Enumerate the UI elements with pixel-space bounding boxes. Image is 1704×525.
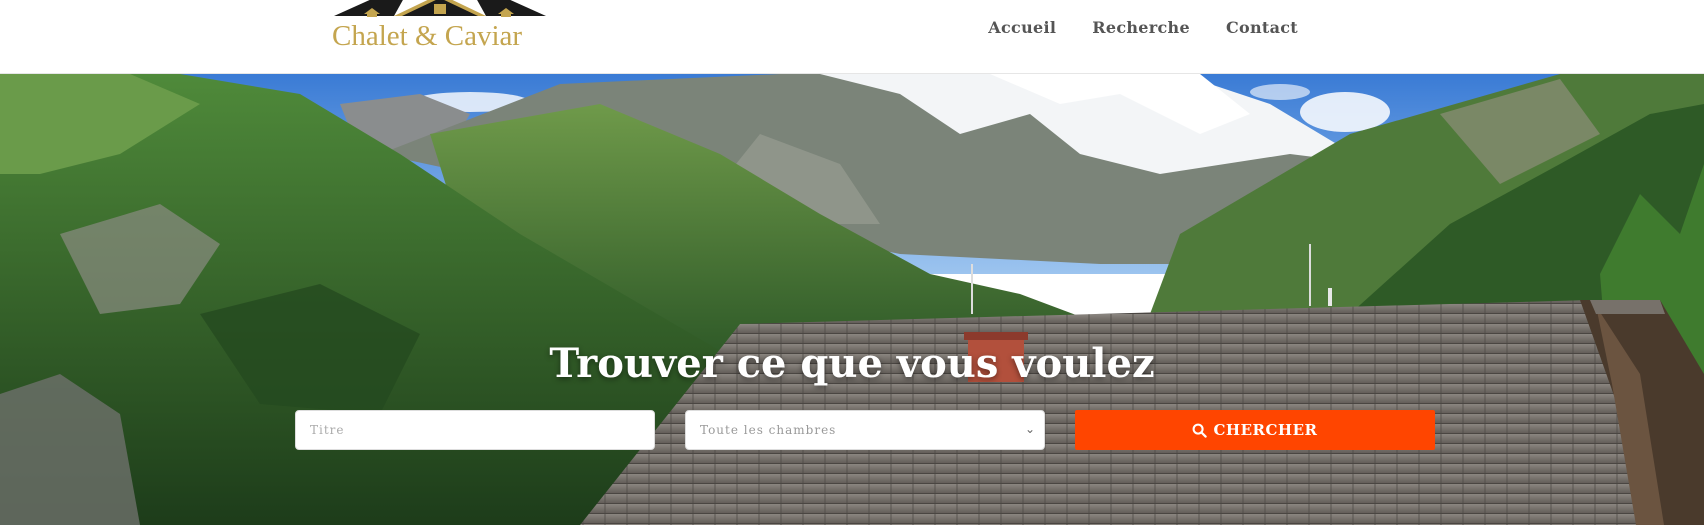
brand-name: Chalet & Caviar: [332, 20, 523, 52]
search-icon: [1193, 423, 1208, 438]
nav-item-contact[interactable]: Contact: [1226, 18, 1298, 37]
search-button[interactable]: CHERCHER: [1075, 410, 1435, 450]
search-form: Toute les chambres ⌄ CHERCHER: [295, 410, 1435, 450]
chalet-roof-logo-icon: [334, 0, 546, 17]
alpine-chalet-photo: [0, 74, 1704, 525]
site-header: Chalet & Caviar Accueil Recherche Contac…: [0, 0, 1704, 74]
title-search-input[interactable]: [295, 410, 655, 450]
select-caret-icon: ⌄: [1024, 422, 1036, 436]
hero-banner: Trouver ce que vous voulez Toute les cha…: [0, 74, 1704, 525]
rooms-select-value: Toute les chambres: [700, 423, 837, 437]
nav-item-accueil[interactable]: Accueil: [988, 18, 1056, 37]
rooms-select[interactable]: Toute les chambres ⌄: [685, 410, 1045, 450]
nav-item-recherche[interactable]: Recherche: [1092, 18, 1190, 37]
search-button-label: CHERCHER: [1213, 421, 1318, 439]
site-logo[interactable]: Chalet & Caviar: [330, 0, 550, 56]
main-nav: Accueil Recherche Contact: [988, 18, 1298, 37]
hero-title: Trouver ce que vous voulez: [549, 340, 1155, 387]
